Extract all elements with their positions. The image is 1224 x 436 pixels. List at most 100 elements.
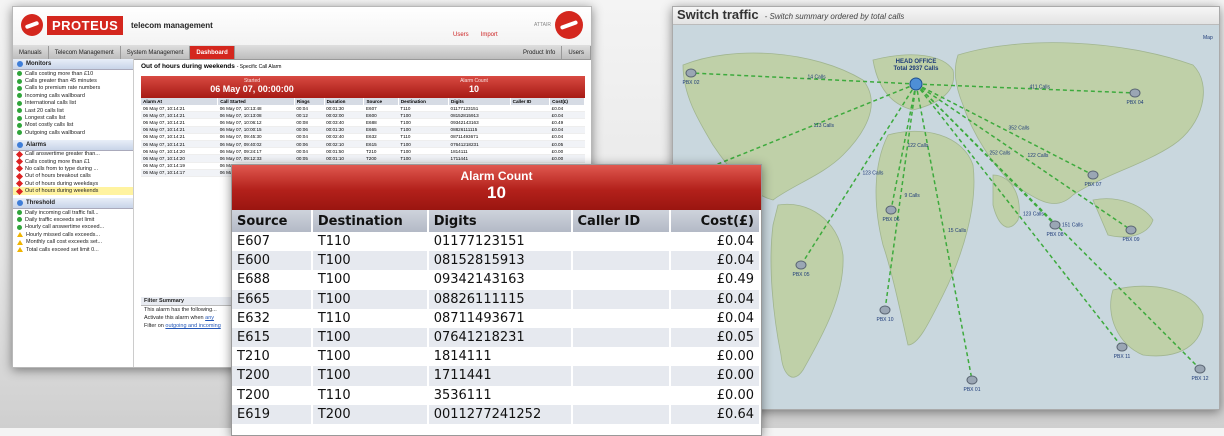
- link-call-count: 113 Calls: [814, 123, 835, 129]
- table-row[interactable]: 06 May 07, 10:14:21 06 May 07, 10:06:12 00…: [141, 118, 585, 127]
- threshold-item[interactable]: Hourly call answertime exceed...: [13, 224, 133, 231]
- table-cell: 00:05: [294, 154, 325, 163]
- monitors-panel-header[interactable]: Monitors: [13, 59, 133, 70]
- users-link[interactable]: Users: [453, 32, 469, 38]
- table-row[interactable]: 06 May 07, 10:14:20 06 May 07, 09:24:17 00…: [141, 147, 585, 156]
- link-call-count: 252 Calls: [990, 151, 1011, 157]
- table-cell: 06 May 07, 10:14:21: [141, 140, 218, 149]
- status-ok-icon: [17, 100, 22, 106]
- monitors-item[interactable]: Calls costing more than £10: [13, 70, 133, 77]
- threshold-item[interactable]: Total calls exceed set limit 0...: [13, 246, 133, 253]
- table-row[interactable]: E632 T110 08711493671 £0.04: [232, 308, 761, 328]
- table-cell: [571, 270, 672, 290]
- alarms-item[interactable]: Call answertime greater than...: [13, 150, 133, 158]
- table-row[interactable]: T210 T100 1814111 £0.00: [232, 347, 761, 367]
- status-ok-icon: [17, 85, 22, 91]
- table-row[interactable]: E665 T100 08826111115 £0.04: [232, 289, 761, 309]
- monitors-item[interactable]: Outgoing calls wallboard: [13, 129, 133, 136]
- column-header[interactable]: Caller ID: [571, 210, 672, 232]
- column-header[interactable]: Cost(£): [549, 98, 585, 105]
- monitors-item[interactable]: International calls list: [13, 100, 133, 107]
- map-titlebar: Switch traffic - Switch summary ordered …: [673, 7, 1219, 25]
- table-cell: 06 May 07, 10:14:21: [141, 133, 218, 141]
- alarms-item[interactable]: Out of hours breakout calls: [13, 172, 133, 180]
- column-header[interactable]: Rings: [294, 98, 325, 105]
- filter-direction-link[interactable]: outgoing and incoming: [165, 323, 220, 329]
- pbx-icon: [966, 375, 978, 385]
- pbx-icon: [1087, 170, 1099, 180]
- alarm-calls-header-row: Alarm At Call Started Rings Duration Source D…: [141, 98, 585, 105]
- filter-any-link[interactable]: any: [205, 315, 214, 321]
- monitors-item-label: Incoming calls wallboard: [25, 92, 85, 99]
- table-cell: [571, 251, 672, 271]
- table-cell: £0.00: [549, 154, 585, 163]
- link-call-count: 151 Calls: [1062, 223, 1083, 229]
- table-cell: 1814111: [448, 147, 511, 156]
- alarms-item[interactable]: Out of hours during weekdays: [13, 180, 133, 188]
- monitors-item[interactable]: Longest calls list: [13, 114, 133, 121]
- table-cell: 00:01:50: [324, 147, 364, 156]
- table-row[interactable]: E607 T110 01177123151 £0.04: [232, 232, 761, 252]
- table-row[interactable]: 06 May 07, 10:14:21 06 May 07, 09:40:02 00…: [141, 140, 585, 149]
- alarms-panel-header[interactable]: Alarms: [13, 139, 133, 151]
- column-header[interactable]: Digits: [427, 210, 573, 232]
- monitors-item-label: Last 20 calls list: [25, 107, 64, 114]
- threshold-item[interactable]: Daily traffic exceeds set limit: [13, 216, 133, 223]
- table-row[interactable]: E615 T100 07641218231 £0.05: [232, 327, 761, 348]
- map-corner-label[interactable]: Map: [1203, 35, 1213, 41]
- monitors-item[interactable]: Calls greater than 45 minutes: [13, 77, 133, 84]
- column-header[interactable]: Duration: [324, 98, 365, 105]
- menu-users[interactable]: Users: [562, 46, 591, 59]
- table-cell: [571, 289, 672, 309]
- monitors-item[interactable]: Most costly calls list: [13, 122, 133, 129]
- column-header[interactable]: Cost(£): [670, 210, 761, 232]
- monitors-item[interactable]: Incoming calls wallboard: [13, 92, 133, 99]
- table-cell: 06 May 07, 10:14:21: [141, 126, 218, 134]
- alarms-item[interactable]: No calls from to type during ...: [13, 165, 133, 173]
- column-header[interactable]: Caller ID: [510, 98, 551, 105]
- table-row[interactable]: T200 T100 1711441 £0.00: [232, 366, 761, 386]
- monitors-item[interactable]: Last 20 calls list: [13, 107, 133, 114]
- started-label: Started: [243, 78, 261, 84]
- alarms-item[interactable]: Calls costing more than £1: [13, 158, 133, 166]
- table-row[interactable]: 06 May 07, 10:14:21 06 May 07, 09:45:30 00…: [141, 133, 585, 141]
- column-header[interactable]: Source: [232, 210, 313, 232]
- status-ok-icon: [17, 130, 22, 136]
- threshold-item[interactable]: Hourly missed calls exceeds...: [13, 231, 133, 238]
- alarms-item-label: Call answertime greater than...: [25, 151, 100, 158]
- threshold-item[interactable]: Daily incoming call traffic fall...: [13, 209, 133, 216]
- pbx-name: PBX 12: [1192, 376, 1209, 382]
- menu-product-info[interactable]: Product Info: [517, 46, 563, 59]
- link-call-count: 122 Calls: [908, 143, 929, 149]
- menu-dashboard[interactable]: Dashboard: [190, 46, 235, 59]
- table-row[interactable]: 06 May 07, 10:14:21 06 May 07, 10:13:08 00…: [141, 111, 585, 120]
- menu-telecom-management[interactable]: Telecom Management: [49, 46, 121, 59]
- table-row[interactable]: E600 T100 08152815913 £0.04: [232, 251, 761, 271]
- alarms-item[interactable]: Out of hours during weekends: [13, 187, 133, 195]
- table-cell: E607: [232, 232, 313, 252]
- table-cell: 00:02:10: [324, 140, 364, 149]
- table-row[interactable]: 06 May 07, 10:14:21 06 May 07, 10:00:15 00…: [141, 126, 585, 134]
- column-header[interactable]: Destination: [311, 210, 429, 232]
- alarm-icon: [15, 180, 24, 188]
- proteus-logo[interactable]: PROTEUS: [21, 14, 124, 36]
- table-row[interactable]: E688 T100 09342143163 £0.49: [232, 270, 761, 290]
- column-header[interactable]: Alarm At: [141, 98, 219, 105]
- table-cell: E619: [232, 404, 313, 424]
- monitors-item[interactable]: Calls to premium rate numbers: [13, 85, 133, 92]
- threshold-panel-header[interactable]: Threshold: [13, 197, 133, 209]
- threshold-item[interactable]: Monthly call cost exceeds set...: [13, 238, 133, 245]
- table-row[interactable]: 06 May 07, 10:14:20 06 May 07, 09:12:33 00…: [141, 154, 585, 163]
- table-cell: T100: [398, 111, 449, 120]
- menu-manuals[interactable]: Manuals: [13, 46, 49, 59]
- threshold-item-label: Total calls exceed set limit 0...: [26, 246, 99, 253]
- column-header[interactable]: Source: [363, 98, 399, 105]
- column-header[interactable]: Destination: [398, 98, 450, 105]
- table-row[interactable]: 06 May 07, 10:14:21 06 May 07, 10:13:48 00…: [141, 105, 585, 113]
- menu-system-management[interactable]: System Management: [121, 46, 191, 59]
- column-header[interactable]: Call Started: [217, 98, 295, 105]
- import-link[interactable]: Import: [481, 32, 498, 38]
- table-row[interactable]: E619 T200 0011277241252 £0.64: [232, 404, 761, 424]
- column-header[interactable]: Digits: [448, 98, 511, 105]
- table-row[interactable]: T200 T110 3536111 £0.00: [232, 385, 761, 405]
